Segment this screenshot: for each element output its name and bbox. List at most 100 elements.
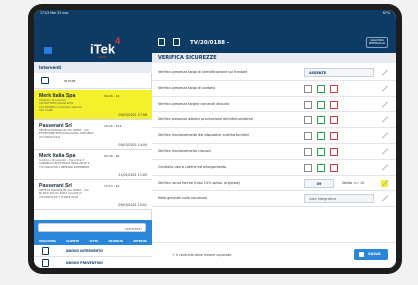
main-panel: 67% TV/20/0188 - AGGIUNGI INTERVALLO VER… — [152, 10, 396, 268]
section-heading: VERIFICA SICUREZZE — [152, 53, 396, 63]
row-label: Verifica funzionamento clacson — [158, 148, 211, 153]
checklist-row: Verifica presenza targa di identificazio… — [152, 65, 396, 81]
sort-citta[interactable]: CITTA — [89, 239, 98, 243]
checkbox-na[interactable] — [304, 132, 312, 141]
checkbox-ko[interactable] — [330, 132, 338, 141]
row-label: Verifica presenza targa di identificazio… — [158, 70, 248, 74]
row-label: Controllo usura catene ed allungamento — [158, 164, 227, 169]
checklist-row: Verifica presenza adesivi prevenzione an… — [152, 112, 396, 129]
edit-icon[interactable] — [381, 101, 388, 108]
page: 17:03 Mar 23 mar iTek4 SAGE Interventi I… — [0, 0, 418, 285]
section-title: Interventi — [34, 62, 152, 73]
checklist-row: Verifica funzionamento dei dispositivi a… — [152, 128, 396, 144]
calendar-icon[interactable] — [173, 38, 180, 46]
date-search-input[interactable]: 23/03/2021 — [38, 223, 146, 232]
checkbox-ko[interactable] — [330, 163, 338, 172]
checklist-row: Verifica presenza targhe comandi idrauli… — [152, 97, 396, 113]
app-screen: 17:03 Mar 23 mar iTek4 SAGE Interventi I… — [34, 10, 396, 268]
list-item[interactable]: Merk Italia Spa 16:00 - 13 Contorni di L… — [34, 90, 152, 120]
checkbox-na[interactable] — [304, 147, 312, 156]
item-line: (TV)/20/0110-9 — [39, 134, 61, 139]
action-label: NUOVO INTERVENTO — [66, 249, 103, 253]
item-date: 09/03/2021 17:08 — [118, 113, 147, 117]
filter-label: IN FARE — [64, 79, 76, 83]
intervention-list: Merk Italia Spa 16:00 - 13 Contorni di L… — [34, 90, 152, 210]
save-icon — [359, 252, 364, 257]
number-field[interactable]: 09 — [304, 178, 334, 188]
item-date: 11/02/2021 11:00 — [118, 173, 147, 177]
save-label: SALVA — [368, 252, 381, 256]
checkbox-ko[interactable] — [330, 147, 338, 156]
sort-cliente[interactable]: CLIENTE — [66, 239, 79, 243]
edit-icon[interactable] — [381, 179, 388, 187]
edit-icon[interactable] — [381, 69, 388, 76]
checkbox-ko[interactable] — [330, 100, 338, 109]
new-quote-button[interactable]: NUOVO PREVENTIVO — [34, 257, 152, 268]
add-interval-button[interactable]: AGGIUNGI INTERVALLO — [366, 37, 388, 48]
action-label: NUOVO PREVENTIVO — [66, 261, 103, 265]
list-item[interactable]: Passerani Srl 15:20 - 134 SEDE DI PADOVA… — [34, 120, 152, 150]
item-hours: 16:00 - 13 — [104, 94, 120, 98]
edit-icon[interactable] — [381, 164, 388, 171]
row-label: Verifica presenza targhe comandi idrauli… — [158, 101, 230, 106]
sidebar-header: 17:03 Mar 23 mar iTek4 SAGE — [34, 10, 152, 62]
document-icon[interactable] — [158, 38, 165, 46]
item-hours: 13:13 - 42 — [104, 184, 120, 188]
row-label: Verifica presenza targa di portata — [158, 85, 215, 90]
footer-note: + Il controllo deve essere superato — [172, 253, 232, 257]
item-hours: 09:34 - 40 — [104, 154, 120, 158]
edit-icon[interactable] — [381, 116, 388, 123]
checkbox-na[interactable] — [304, 84, 312, 93]
range-hint: Valido <= 10 — [342, 180, 365, 185]
checkbox-ok[interactable] — [317, 116, 325, 125]
calendar-icon — [41, 77, 49, 84]
checkbox-ko[interactable] — [330, 116, 338, 125]
checklist-row: Note generali sulla sicurezza note integ… — [152, 191, 396, 208]
row-label: Verifica presenza adesivi prevenzione an… — [158, 117, 254, 122]
document-icon — [42, 247, 49, 255]
checklist-row: Verifica presenza targa di portata — [152, 81, 396, 97]
edit-icon[interactable] — [381, 195, 388, 202]
search-bar: 23/03/2021 — [34, 220, 152, 236]
save-button[interactable]: SALVA — [354, 249, 388, 260]
checkbox-na[interactable] — [304, 100, 312, 109]
checkbox-na[interactable] — [304, 116, 312, 125]
checklist-row: Verifica usura forche (max 10% spess. or… — [152, 176, 396, 192]
edit-icon[interactable] — [381, 132, 388, 139]
status-bar-right: 67% — [152, 10, 396, 17]
row-label: Verifica usura forche (max 10% spess. or… — [158, 180, 241, 185]
checkbox-ok[interactable] — [317, 100, 325, 109]
item-date: 09/03/2021 15:01 — [118, 203, 147, 207]
checkbox-ko[interactable] — [330, 84, 338, 93]
app-logo: iTek4 — [90, 36, 121, 57]
filter-in-fare[interactable]: IN FARE — [34, 73, 152, 89]
checkbox-ok[interactable] — [317, 147, 325, 156]
sort-interva[interactable]: INTERVA — [133, 239, 147, 243]
item-line: (TV)/20/0120-7 (FINCE OLIO — [39, 194, 79, 199]
list-item[interactable]: Merk Italia Spa 09:34 - 40 Contorni di L… — [34, 150, 152, 180]
checkbox-ok[interactable] — [317, 84, 325, 93]
sort-macchina[interactable]: MACCHINA — [39, 239, 56, 243]
document-icon — [42, 259, 49, 267]
sort-priorita[interactable]: PRIORITA — [108, 239, 123, 243]
edit-icon[interactable] — [381, 85, 388, 92]
checklist-row: Controllo usura catene ed allungamento — [152, 160, 396, 176]
menu-icon[interactable] — [44, 47, 52, 54]
new-intervention-button[interactable]: NUOVO INTERVENTO — [34, 245, 152, 257]
checkbox-na[interactable] — [304, 163, 312, 172]
checkbox-ok[interactable] — [317, 163, 325, 172]
footer: + Il controllo deve essere superato SALV… — [152, 242, 396, 268]
checklist-row: Verifica funzionamento clacson — [152, 144, 396, 160]
value-field[interactable]: ASSENTE — [304, 68, 374, 77]
row-label: Note generali sulla sicurezza — [158, 196, 207, 201]
page-title: TV/20/0188 - — [190, 40, 230, 46]
note-field[interactable]: note integrative — [304, 194, 374, 204]
row-label: Verifica funzionamento dei dispositivi a… — [158, 133, 250, 138]
item-date: 09/03/2021 14:00 — [118, 143, 147, 147]
edit-icon[interactable] — [381, 148, 388, 155]
item-line: (TV)/20/0185-1 IMPEGNI INTERMEDI — [39, 164, 90, 169]
sort-bar: MACCHINA CLIENTE CITTA PRIORITA INTERVA — [34, 236, 152, 245]
checkbox-ok[interactable] — [317, 132, 325, 141]
list-item[interactable]: Passerani Srl 13:13 - 42 SEDE DI PADOVA … — [34, 180, 152, 210]
checklist: Verifica presenza targa di identificazio… — [152, 65, 396, 208]
